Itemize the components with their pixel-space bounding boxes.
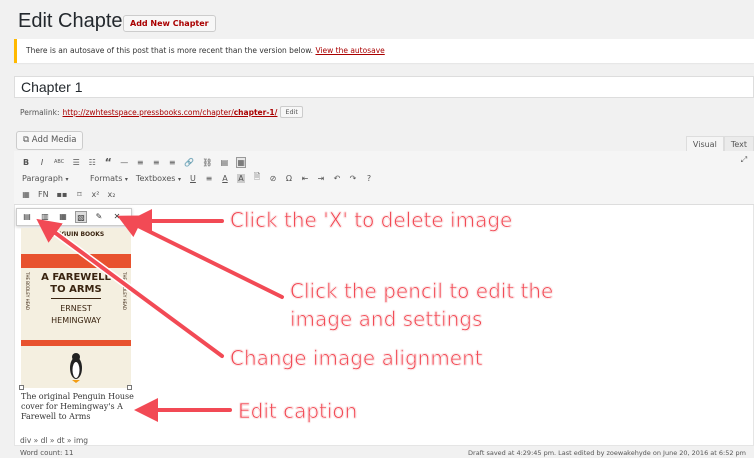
annotation-alignment: Change image alignment xyxy=(230,346,483,371)
arrow-to-pencil xyxy=(117,215,284,299)
annotation-delete: Click the 'X' to delete image xyxy=(230,208,513,233)
annotation-pencil-1: Click the pencil to edit the xyxy=(290,279,554,304)
edit-chapter-screen: Edit Chapter Add New Chapter There is an… xyxy=(0,0,754,458)
annotation-pencil-2: image and settings xyxy=(290,307,483,332)
annotation-caption: Edit caption xyxy=(238,399,358,424)
arrow-to-alignment xyxy=(36,218,224,358)
